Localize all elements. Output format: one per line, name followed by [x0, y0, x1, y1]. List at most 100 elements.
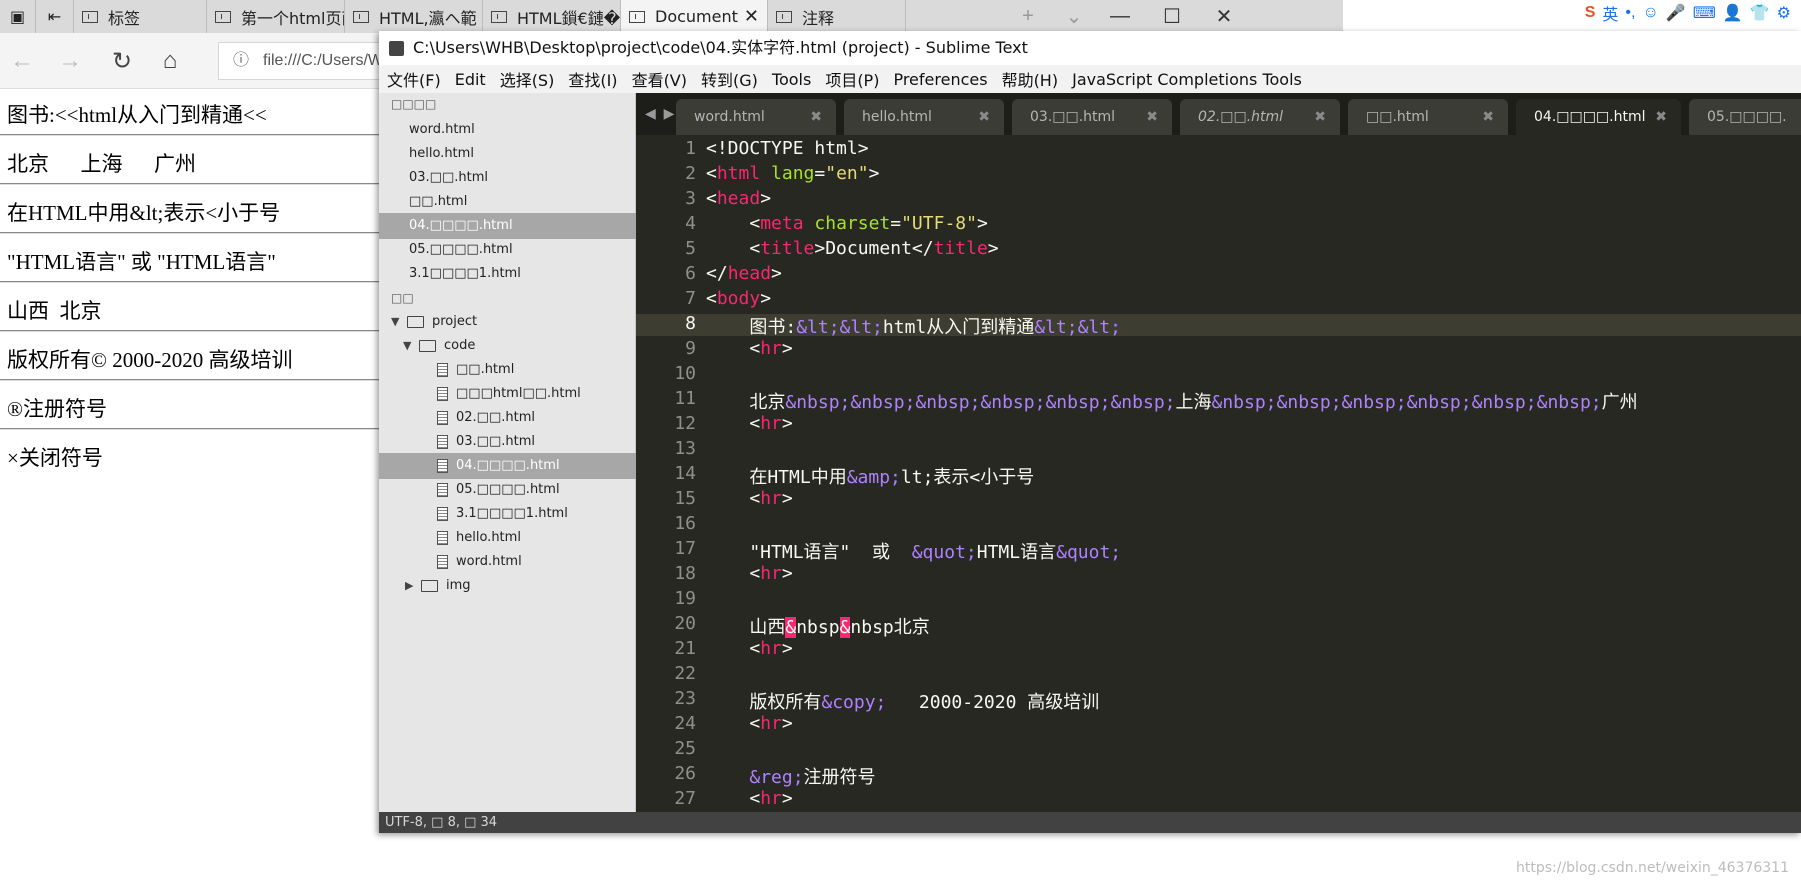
code-line: </head>: [706, 263, 782, 284]
skin-icon[interactable]: 👕: [1750, 3, 1770, 23]
expanded-triangle-icon: ▼: [391, 315, 400, 328]
tab-html-2[interactable]: HTML,瀛ヘ範: [345, 0, 483, 33]
text-line: 图书:<<html从入门到精通<<: [7, 103, 267, 127]
tree-file[interactable]: 03.□□.html: [379, 429, 636, 455]
menu-project[interactable]: 项目(P): [825, 67, 879, 91]
tree-folder-project[interactable]: ▼ project: [379, 309, 636, 335]
refresh-icon[interactable]: ↻: [104, 43, 140, 79]
menu-edit[interactable]: Edit: [455, 70, 486, 89]
menu-bar: 文件(F) Edit 选择(S) 查找(I) 查看(V) 转到(G) Tools…: [379, 65, 1801, 93]
tab-close-icon[interactable]: ✖: [1146, 99, 1158, 135]
tab-scroll-arrows-icon[interactable]: ◀ ▶: [645, 105, 676, 122]
line-number: 26: [674, 763, 696, 784]
sogou-icon[interactable]: S: [1585, 4, 1596, 22]
tab-biaoqian[interactable]: 标签: [74, 0, 207, 33]
menu-help[interactable]: 帮助(H): [1002, 67, 1059, 91]
open-file-item[interactable]: 05.□□□□.html: [379, 237, 636, 263]
tree-file-selected[interactable]: 04.□□□□.html: [379, 453, 636, 479]
menu-selection[interactable]: 选择(S): [500, 67, 555, 91]
home-icon[interactable]: ⌂: [152, 43, 188, 79]
forward-arrow-icon[interactable]: →: [52, 43, 88, 79]
minimize-button[interactable]: —: [1094, 0, 1146, 33]
code-line: <body>: [706, 288, 772, 309]
tree-folder-code[interactable]: ▼ code: [379, 333, 636, 359]
menu-js-completions[interactable]: JavaScript Completions Tools: [1072, 70, 1302, 89]
menu-tools[interactable]: Tools: [772, 70, 811, 89]
editor-tab[interactable]: 03.□□.html ✖: [1012, 99, 1172, 135]
code-editor[interactable]: 1 2 3 4 5 6 7 8 9 10 11 12 13 14 15 16 17 18 19 20 21 22 23 24 2…: [636, 135, 1801, 812]
line-number: 27: [674, 788, 696, 809]
expanded-triangle-icon: ▼: [403, 339, 412, 352]
user-icon[interactable]: 👤: [1723, 3, 1743, 23]
folder-open-icon: [407, 315, 424, 328]
tab-list-button[interactable]: ⌄: [1054, 0, 1094, 33]
page-icon: [776, 10, 792, 23]
ime-lang-icon[interactable]: 英: [1602, 1, 1618, 25]
line-number: 4: [685, 213, 696, 234]
tab-close-icon[interactable]: ✖: [1314, 99, 1326, 135]
divider: [0, 183, 382, 185]
editor-tab[interactable]: 02.□□.html ✖: [1180, 99, 1340, 135]
tree-file[interactable]: hello.html: [379, 525, 636, 551]
code-line: <meta charset="UTF-8">: [706, 213, 988, 234]
file-icon: [437, 362, 448, 377]
line-number: 20: [674, 613, 696, 634]
line-number: 16: [674, 513, 696, 534]
maximize-button[interactable]: ☐: [1146, 0, 1198, 33]
tab-document[interactable]: Document ✕: [621, 0, 768, 33]
new-tab-button[interactable]: +: [1002, 0, 1054, 33]
tree-file[interactable]: 05.□□□□.html: [379, 477, 636, 503]
tab-close-icon[interactable]: ✖: [1482, 99, 1494, 135]
mic-icon[interactable]: 🎤: [1666, 3, 1686, 23]
editor-tab[interactable]: □□.html ✖: [1348, 99, 1508, 135]
tab-zhushi[interactable]: 注释: [768, 0, 906, 33]
editor-tab[interactable]: 05.□□□□.: [1689, 99, 1801, 135]
line-number: 9: [685, 338, 696, 359]
sublime-window: C:\Users\WHB\Desktop\project\code\04.实体字…: [379, 31, 1801, 833]
tab-actions-icon[interactable]: ▣: [0, 0, 36, 33]
line-number: 1: [685, 138, 696, 159]
tree-file[interactable]: □□□html□□.html: [379, 381, 636, 407]
folder-icon: [421, 579, 438, 592]
text-line: 山西 北京: [7, 299, 102, 323]
settings-icon[interactable]: ⚙: [1777, 3, 1791, 23]
menu-preferences[interactable]: Preferences: [893, 70, 987, 89]
tree-file[interactable]: 3.1□□□□1.html: [379, 501, 636, 527]
code-line: <hr>: [706, 788, 793, 809]
line-number: 22: [674, 663, 696, 684]
emoji-icon[interactable]: ☺: [1642, 4, 1658, 22]
tab-first-html[interactable]: 第一个html页面: [207, 0, 345, 33]
editor-tab-active[interactable]: 04.□□□□.html ✖: [1516, 99, 1681, 135]
tab-close-icon[interactable]: ✖: [1655, 99, 1667, 135]
browser-window-controls: + ⌄ — ☐ ✕: [1002, 0, 1232, 33]
open-file-item-selected[interactable]: 04.□□□□.html: [379, 213, 636, 239]
open-file-item[interactable]: hello.html: [379, 141, 636, 167]
tree-file[interactable]: □□.html: [379, 357, 636, 383]
tab-close-icon[interactable]: ✖: [810, 99, 822, 135]
open-file-item[interactable]: 3.1□□□□1.html: [379, 261, 636, 287]
tree-folder-img[interactable]: ▶ img: [379, 573, 636, 599]
tab-close-icon[interactable]: ✖: [978, 99, 990, 135]
tab-html-3[interactable]: HTML鎻€鏈�: [483, 0, 621, 33]
editor-tab[interactable]: word.html ✖: [676, 99, 836, 135]
tree-file[interactable]: 02.□□.html: [379, 405, 636, 431]
editor-tab[interactable]: hello.html ✖: [844, 99, 1004, 135]
back-arrow-icon[interactable]: ←: [4, 43, 40, 79]
line-number: 25: [674, 738, 696, 759]
close-button[interactable]: ✕: [1198, 0, 1250, 33]
status-bar: UTF-8, □ 8, □ 34: [379, 812, 1801, 833]
tree-file[interactable]: word.html: [379, 549, 636, 575]
menu-goto[interactable]: 转到(G): [701, 67, 758, 91]
open-file-item[interactable]: word.html: [379, 117, 636, 143]
watermark: https://blog.csdn.net/weixin_46376311: [1515, 860, 1789, 876]
open-file-item[interactable]: □□.html: [379, 189, 636, 215]
menu-find[interactable]: 查找(I): [568, 67, 617, 91]
open-file-item[interactable]: 03.□□.html: [379, 165, 636, 191]
tab-close-icon[interactable]: ✕: [744, 6, 759, 27]
punctuation-icon[interactable]: •,: [1625, 4, 1635, 22]
tab-back-icon[interactable]: ⇤: [36, 0, 74, 33]
open-files-header: □□□□: [391, 97, 437, 111]
keyboard-icon[interactable]: ⌨: [1693, 3, 1716, 23]
menu-file[interactable]: 文件(F): [387, 67, 441, 91]
menu-view[interactable]: 查看(V): [632, 67, 687, 91]
